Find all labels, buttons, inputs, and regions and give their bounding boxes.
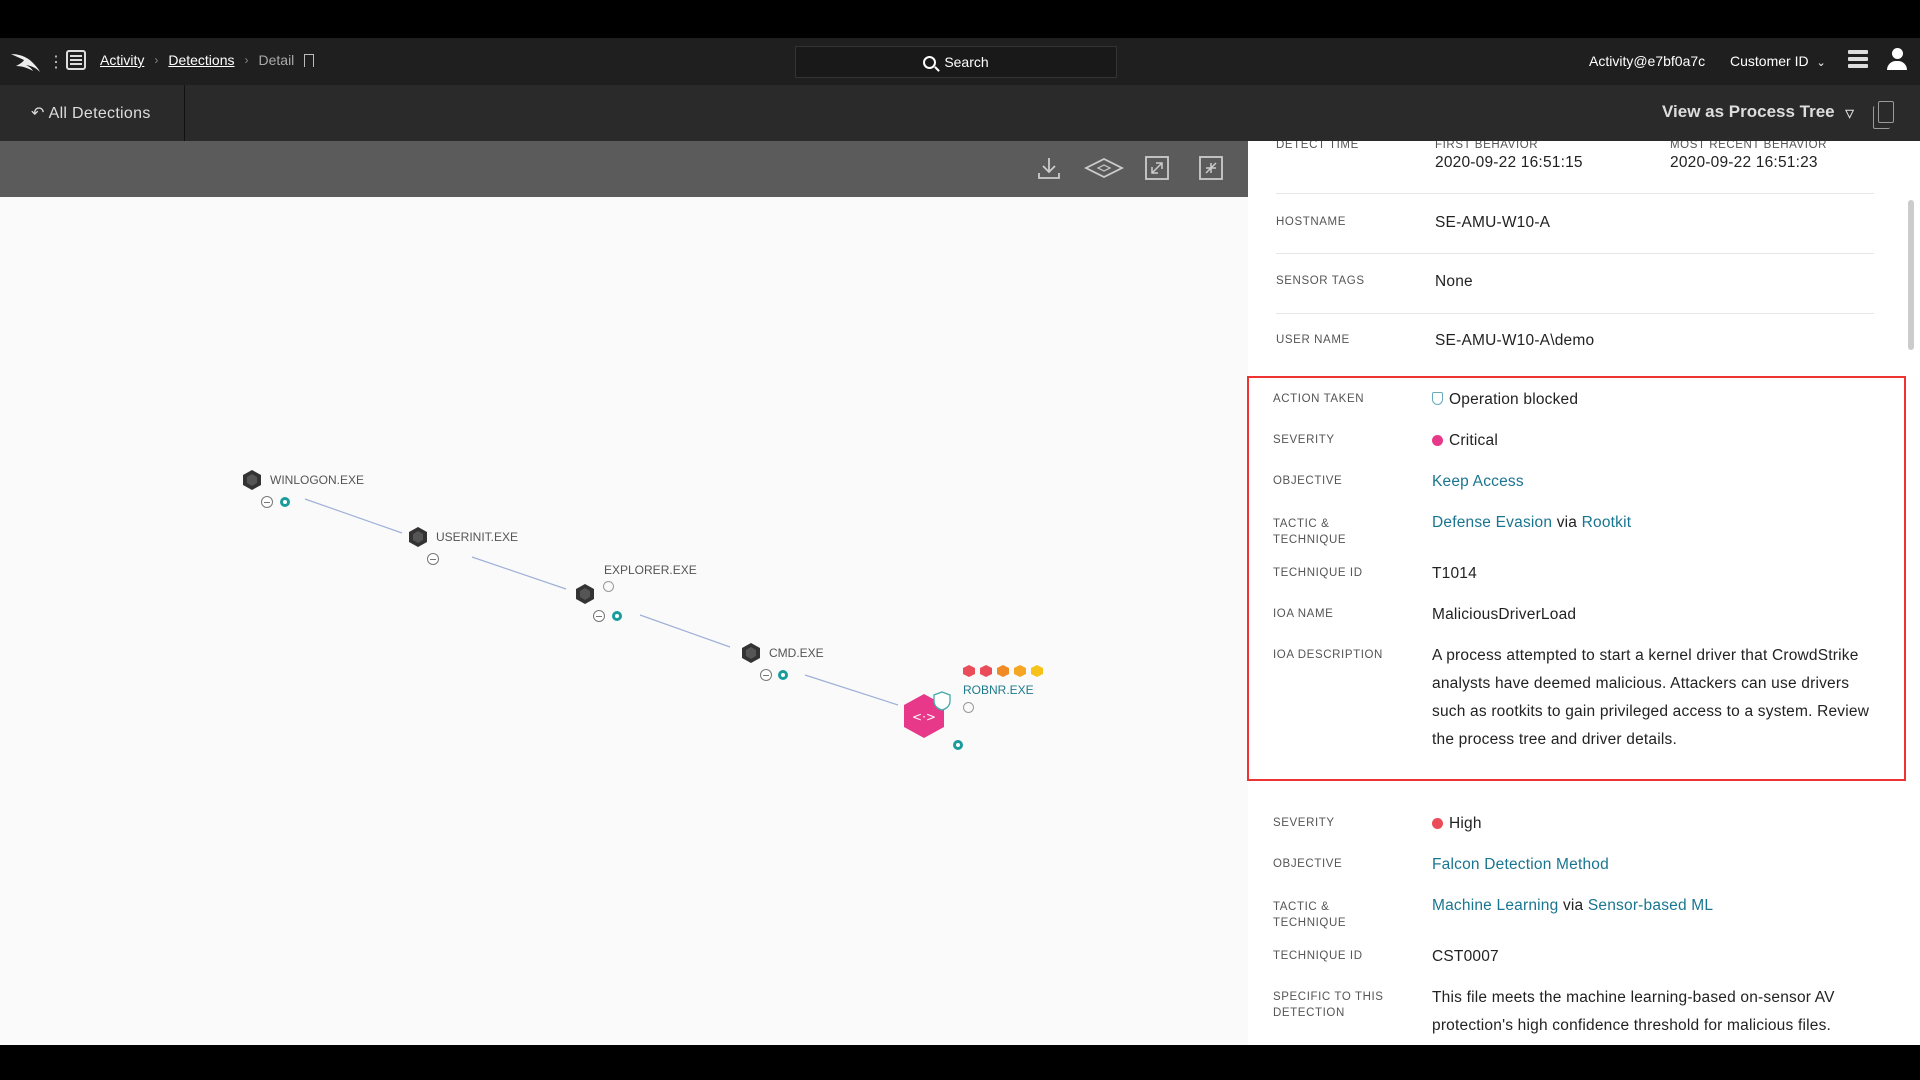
recent-behavior-value: 2020-09-22 16:51:23 bbox=[1670, 154, 1818, 171]
search-button[interactable]: Search bbox=[795, 46, 1117, 78]
tactic-label-line2: TECHNIQUE bbox=[1273, 917, 1347, 929]
process-label: USERINIT.EXE bbox=[436, 530, 519, 544]
all-detections-label: All Detections bbox=[48, 105, 151, 122]
process-node[interactable]: WINLOGON.EXE bbox=[242, 469, 364, 491]
detect-time-label: DETECT TIME bbox=[1276, 141, 1359, 151]
process-edges bbox=[304, 498, 899, 706]
falcon-logo-icon[interactable] bbox=[10, 48, 42, 74]
user-profile-icon[interactable] bbox=[1886, 48, 1908, 72]
hostname-value: SE-AMU-W10-A bbox=[1435, 214, 1551, 231]
objective-link[interactable]: Falcon Detection Method bbox=[1432, 856, 1609, 873]
hexagon-icon bbox=[409, 527, 427, 547]
hexagon-icon bbox=[243, 470, 261, 490]
hexagon-icon bbox=[742, 643, 760, 663]
specific-label-line2: DETECTION bbox=[1273, 1007, 1345, 1019]
sensor-tags-label: SENSOR TAGS bbox=[1276, 275, 1365, 287]
objective-label: OBJECTIVE bbox=[1273, 858, 1343, 870]
breadcrumb-detail: Detail bbox=[258, 52, 295, 68]
collapse-node-icon[interactable] bbox=[760, 669, 772, 681]
chevron-right-icon: › bbox=[154, 53, 159, 67]
severity-value: High bbox=[1432, 810, 1482, 838]
svg-text:<·>: <·> bbox=[912, 710, 936, 724]
process-node[interactable]: USERINIT.EXE bbox=[408, 526, 518, 548]
process-label-alert[interactable]: ROBNR.EXE bbox=[963, 683, 1034, 697]
network-dot-icon bbox=[612, 611, 622, 621]
letterbox-top bbox=[0, 0, 1920, 34]
download-icon[interactable] bbox=[1036, 155, 1062, 181]
panel-scrollbar[interactable] bbox=[1908, 200, 1914, 350]
chevron-down-icon: ⌄ bbox=[1816, 57, 1826, 69]
specific-detection-value: This file meets the machine learning-bas… bbox=[1432, 989, 1835, 1034]
specific-detection-label: SPECIFIC TO THIS DETECTION bbox=[1273, 989, 1384, 1021]
tactic-badges bbox=[963, 665, 1043, 677]
objective-value: Falcon Detection Method bbox=[1432, 851, 1609, 879]
tactic-technique-value: Machine Learning via Sensor-based ML bbox=[1432, 892, 1713, 920]
divider bbox=[1276, 253, 1874, 254]
menu-dots-icon[interactable]: ⋮ bbox=[48, 52, 64, 72]
copy-icon[interactable] bbox=[1873, 101, 1894, 129]
chevron-right-icon: › bbox=[244, 53, 249, 67]
process-label: CMD.EXE bbox=[769, 646, 824, 660]
technique-id-value: CST0007 bbox=[1432, 948, 1499, 965]
via-text: via bbox=[1562, 897, 1584, 914]
divider bbox=[1276, 193, 1874, 194]
hexagon-icon[interactable] bbox=[575, 583, 595, 605]
sub-nav: ↶ All Detections View as Process Tree ▽ bbox=[0, 85, 1920, 141]
all-detections-button[interactable]: ↶ All Detections bbox=[31, 103, 151, 123]
username-label: USER NAME bbox=[1276, 334, 1350, 346]
technique-id-label: TECHNIQUE ID bbox=[1273, 950, 1363, 962]
letterbox-bottom bbox=[0, 1045, 1920, 1080]
caret-down-icon: ▽ bbox=[1845, 108, 1854, 120]
collapse-node-icon[interactable] bbox=[427, 553, 439, 565]
layers-icon[interactable] bbox=[1084, 155, 1124, 181]
back-arrow-icon: ↶ bbox=[31, 105, 45, 122]
network-dot-icon bbox=[280, 497, 290, 507]
severity-text: High bbox=[1449, 815, 1482, 832]
process-node[interactable]: CMD.EXE bbox=[741, 642, 824, 664]
expand-icon[interactable] bbox=[1144, 155, 1170, 181]
hostname-label: HOSTNAME bbox=[1276, 216, 1346, 228]
divider bbox=[1276, 313, 1874, 314]
process-label: EXPLORER.EXE bbox=[604, 563, 697, 577]
divider bbox=[184, 85, 185, 141]
search-icon bbox=[923, 55, 937, 69]
search-label: Search bbox=[944, 54, 989, 70]
severity-high-icon bbox=[1432, 818, 1443, 829]
bookmark-icon[interactable] bbox=[304, 53, 315, 67]
tactic-label-line1: TACTIC & bbox=[1273, 901, 1330, 913]
user-account-link[interactable]: Activity@e7bf0a7c bbox=[1589, 53, 1705, 69]
breadcrumb: Activity › Detections › Detail bbox=[100, 52, 315, 68]
highlight-box bbox=[1247, 376, 1906, 781]
tactic-technique-label: TACTIC & TECHNIQUE bbox=[1273, 899, 1346, 931]
collapse-icon[interactable] bbox=[1198, 155, 1224, 181]
tactic-link[interactable]: Machine Learning bbox=[1432, 897, 1558, 914]
collapse-node-icon[interactable] bbox=[593, 610, 605, 622]
severity-label: SEVERITY bbox=[1273, 817, 1335, 829]
breadcrumb-detections[interactable]: Detections bbox=[168, 52, 234, 68]
sensor-tags-value: None bbox=[1435, 273, 1473, 290]
breadcrumb-activity[interactable]: Activity bbox=[100, 52, 144, 68]
username-value: SE-AMU-W10-A\demo bbox=[1435, 332, 1595, 349]
process-label: WINLOGON.EXE bbox=[270, 473, 365, 487]
view-mode-dropdown[interactable]: View as Process Tree ▽ bbox=[1662, 102, 1854, 122]
server-stack-icon[interactable] bbox=[1848, 50, 1868, 70]
process-graph[interactable]: WINLOGON.EXE USERINIT.EXE EXPLORER.EXE C… bbox=[0, 197, 1248, 1045]
gear-icon bbox=[603, 581, 614, 592]
customer-id-dropdown[interactable]: Customer ID ⌄ bbox=[1730, 53, 1826, 69]
collapse-node-icon[interactable] bbox=[261, 496, 273, 508]
gear-icon bbox=[963, 702, 974, 713]
first-behavior-value: 2020-09-22 16:51:15 bbox=[1435, 154, 1583, 171]
app-switcher-icon[interactable] bbox=[66, 50, 86, 70]
shield-icon bbox=[933, 691, 951, 711]
customer-id-label: Customer ID bbox=[1730, 53, 1809, 69]
network-dot-icon bbox=[778, 670, 788, 680]
top-nav: ⋮ Activity › Detections › Detail Search … bbox=[0, 38, 1920, 85]
specific-label-line1: SPECIFIC TO THIS bbox=[1273, 991, 1384, 1003]
technique-link[interactable]: Sensor-based ML bbox=[1588, 897, 1713, 914]
network-dot-icon bbox=[953, 740, 963, 750]
graph-toolbar bbox=[0, 141, 1248, 197]
view-mode-label: View as Process Tree bbox=[1662, 102, 1835, 121]
